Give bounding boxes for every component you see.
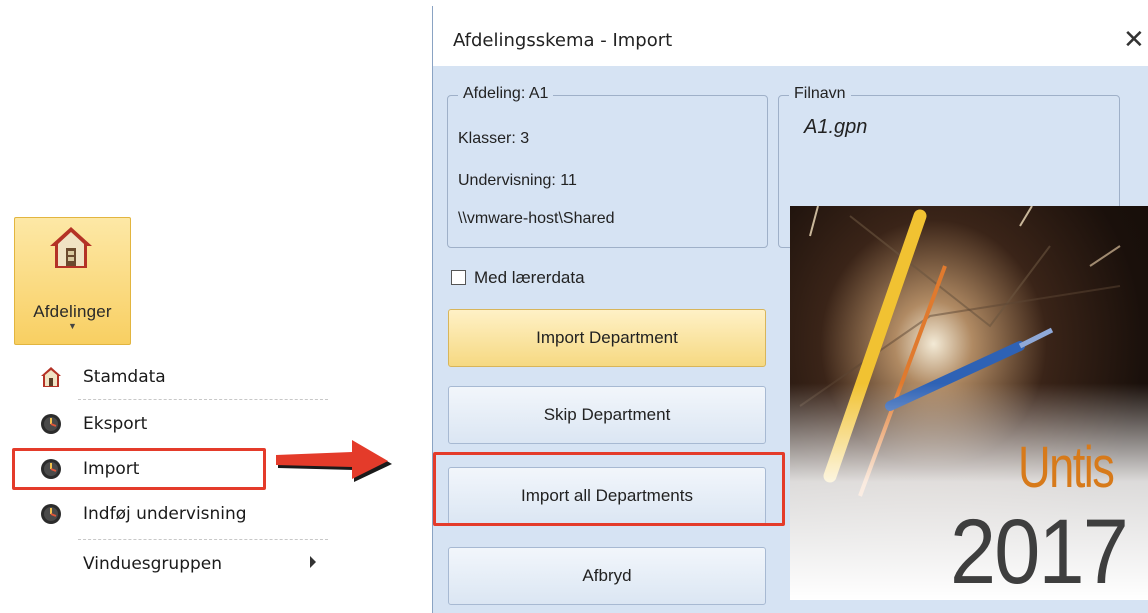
house-icon [41, 367, 61, 387]
clock-icon [41, 414, 61, 434]
untis-splash-image: Untis 2017 [790, 206, 1148, 600]
department-legend: Afdeling: A1 [458, 85, 554, 103]
pointer-arrow-icon [276, 440, 392, 482]
import-department-button[interactable]: Import Department [448, 309, 766, 367]
untis-brand-text: Untis [1018, 435, 1115, 500]
untis-year-text: 2017 [950, 501, 1129, 600]
import-highlight-box [12, 448, 266, 490]
dropdown-caret-icon[interactable]: ▼ [15, 321, 130, 331]
filename-value: A1.gpn [804, 116, 868, 138]
checkbox-label: Med lærerdata [474, 268, 585, 287]
teaching-count: Undervisning: 11 [458, 172, 577, 189]
ribbon-label: Afdelinger [33, 302, 112, 321]
afdelinger-ribbon-button[interactable]: Afdelinger ▼ [14, 217, 131, 345]
clock-icon [41, 504, 61, 524]
menu-item-label: Stamdata [83, 367, 166, 387]
source-path: \\vmware-host\Shared [458, 210, 615, 227]
checkbox-box[interactable] [451, 270, 466, 285]
import-dialog: Afdelingsskema - Import ✕ Afdeling: A1 K… [432, 6, 1148, 613]
menu-item-label: Indføj undervisning [83, 504, 247, 524]
submenu-arrow-icon [310, 556, 316, 568]
dialog-title: Afdelingsskema - Import [453, 30, 673, 51]
menu-item-vinduesgruppen[interactable]: Vinduesgruppen [8, 543, 330, 585]
menu-item-label: Vinduesgruppen [83, 554, 223, 574]
cancel-button[interactable]: Afbryd [448, 547, 766, 605]
house-icon [50, 227, 92, 268]
menu-separator [78, 399, 328, 400]
menu-item-label: Eksport [83, 414, 148, 434]
skip-department-button[interactable]: Skip Department [448, 386, 766, 444]
department-group: Afdeling: A1 Klasser: 3 Undervisning: 11… [447, 85, 768, 248]
menu-item-indfoj-undervisning[interactable]: Indføj undervisning [8, 493, 330, 535]
classes-count: Klasser: 3 [458, 130, 530, 147]
menu-item-stamdata[interactable]: Stamdata [8, 356, 330, 398]
title-bar: Afdelingsskema - Import ✕ [433, 6, 1148, 66]
filename-legend: Filnavn [789, 85, 851, 103]
menu-separator [78, 539, 328, 540]
import-all-highlight-box [433, 452, 785, 526]
close-icon[interactable]: ✕ [1123, 26, 1145, 52]
